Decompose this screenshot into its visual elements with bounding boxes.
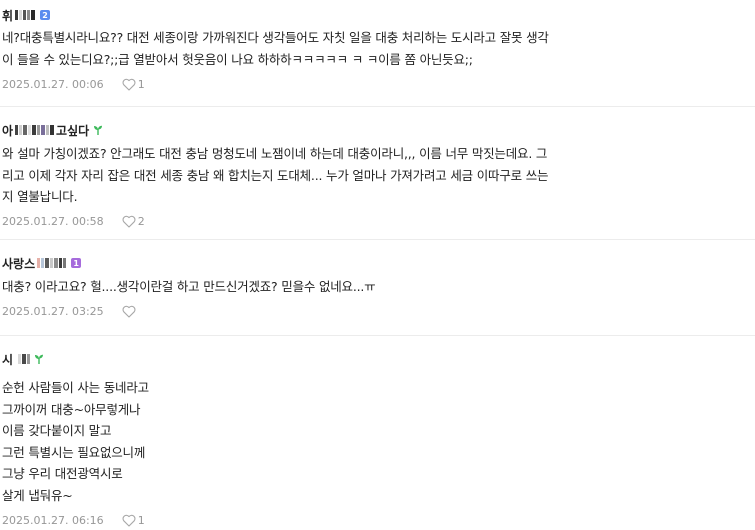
blurred-nickname: [37, 257, 67, 269]
comment-text-line: 와 설마 가칭이겠죠? 안그래도 대전 충남 멍청도네 노잼이네 하는데 대충이…: [2, 146, 548, 161]
heart-outline-icon: [122, 78, 136, 91]
comment-meta: 2025.01.27. 06:16 1: [2, 512, 743, 528]
member-grade-badge: 2: [40, 10, 51, 20]
comment-item: 휘 2 네?대충특별시라니요?? 대전 세종이랑 가까워진다 생각들어도 자칫 …: [0, 0, 755, 107]
blurred-nickname: [18, 353, 31, 365]
comment-author-row: 사랑스 1: [2, 254, 743, 272]
comment-text-line: 이름 갖다붙이지 말고: [2, 423, 112, 438]
member-grade-badge: 1: [71, 258, 82, 268]
heart-outline-icon: [122, 215, 136, 228]
comment-meta: 2025.01.27. 00:06 1: [2, 76, 743, 92]
comment-author-name[interactable]: 휘: [2, 7, 13, 24]
comment-text-line: 지 열불납니다.: [2, 189, 78, 204]
comment-text-line: 네?대충특별시라니요?? 대전 세종이랑 가까워진다 생각들어도 자칫 일을 대…: [2, 30, 549, 45]
comment-meta: 2025.01.27. 00:58 2: [2, 214, 743, 230]
comment-meta: 2025.01.27. 03:25: [2, 304, 743, 320]
like-button[interactable]: 1: [122, 514, 145, 527]
comment-text: 순헌 사람들이 사는 동네라고 그까이꺼 대충~아무렇게나 이름 갖다붙이지 말…: [2, 377, 743, 506]
sprout-icon: [35, 354, 44, 364]
comment-date: 2025.01.27. 00:58: [2, 215, 104, 228]
comment-text: 대충? 이라고요? 헐....생각이란걸 하고 만드신거겠죠? 믿을수 없네요.…: [2, 276, 743, 298]
blurred-nickname: [15, 9, 36, 21]
comment-author-prefix[interactable]: 아: [2, 122, 13, 139]
comment-text-line: 그냥 우리 대전광역시로: [2, 466, 123, 481]
comment-text-line: 이 들을 수 있는디요?;;급 열받아서 헛웃음이 나요 하하하ㅋㅋㅋㅋㅋ ㅋ …: [2, 51, 473, 67]
comment-date: 2025.01.27. 00:06: [2, 77, 104, 91]
like-button[interactable]: [122, 305, 138, 318]
comment-author-row: 시: [2, 350, 743, 368]
like-count: 2: [137, 215, 145, 228]
comment-item: 사랑스 1 대충? 이라고요? 헐....생각이란걸 하고 만드신거겠죠? 믿을…: [0, 240, 755, 336]
comment-author-row: 휘 2: [2, 6, 743, 24]
comment-author-name[interactable]: 사랑스: [2, 255, 35, 272]
like-count: 1: [137, 77, 145, 91]
comment-item: 시 순헌 사람들이 사는 동네라고 그까이꺼 대충~아무렇게나 이름 갖다붙이지…: [0, 336, 755, 528]
comment-text-line: 대충? 이라고요? 헐....생각이란걸 하고 만드신거겠죠? 믿을수 없네요.…: [2, 279, 376, 294]
comment-author-row: 아 고싶다: [2, 121, 743, 139]
like-count: 1: [137, 513, 145, 527]
like-button[interactable]: 2: [122, 215, 145, 228]
comment-text-line: 살게 냅둬유~: [2, 487, 73, 503]
comment-item: 아 고싶다 와 설마 가칭이겠죠? 안그래도 대전 충남 멍청도네 노잼이네 하…: [0, 107, 755, 240]
comment-text-line: 리고 이제 각자 자리 잡은 대전 세종 충남 왜 합치는지 도대체... 누가…: [2, 167, 549, 183]
comment-date: 2025.01.27. 03:25: [2, 305, 104, 318]
comment-text-line: 그런 특별시는 필요없으니께: [2, 444, 146, 460]
comment-date: 2025.01.27. 06:16: [2, 513, 104, 527]
comment-list: 휘 2 네?대충특별시라니요?? 대전 세종이랑 가까워진다 생각들어도 자칫 …: [0, 0, 755, 528]
comment-author-suffix[interactable]: 고싶다: [56, 122, 89, 139]
heart-outline-icon: [122, 305, 136, 318]
comment-text-line: 순헌 사람들이 사는 동네라고: [2, 380, 149, 395]
comment-author-name[interactable]: 시: [2, 351, 13, 368]
comment-text-line: 그까이꺼 대충~아무렇게나: [2, 401, 141, 417]
comment-text: 와 설마 가칭이겠죠? 안그래도 대전 충남 멍청도네 노잼이네 하는데 대충이…: [2, 143, 743, 208]
blurred-nickname: [15, 124, 55, 136]
like-button[interactable]: 1: [122, 78, 145, 91]
sprout-icon: [94, 125, 103, 135]
comment-text: 네?대충특별시라니요?? 대전 세종이랑 가까워진다 생각들어도 자칫 일을 대…: [2, 27, 743, 70]
heart-outline-icon: [122, 514, 136, 527]
